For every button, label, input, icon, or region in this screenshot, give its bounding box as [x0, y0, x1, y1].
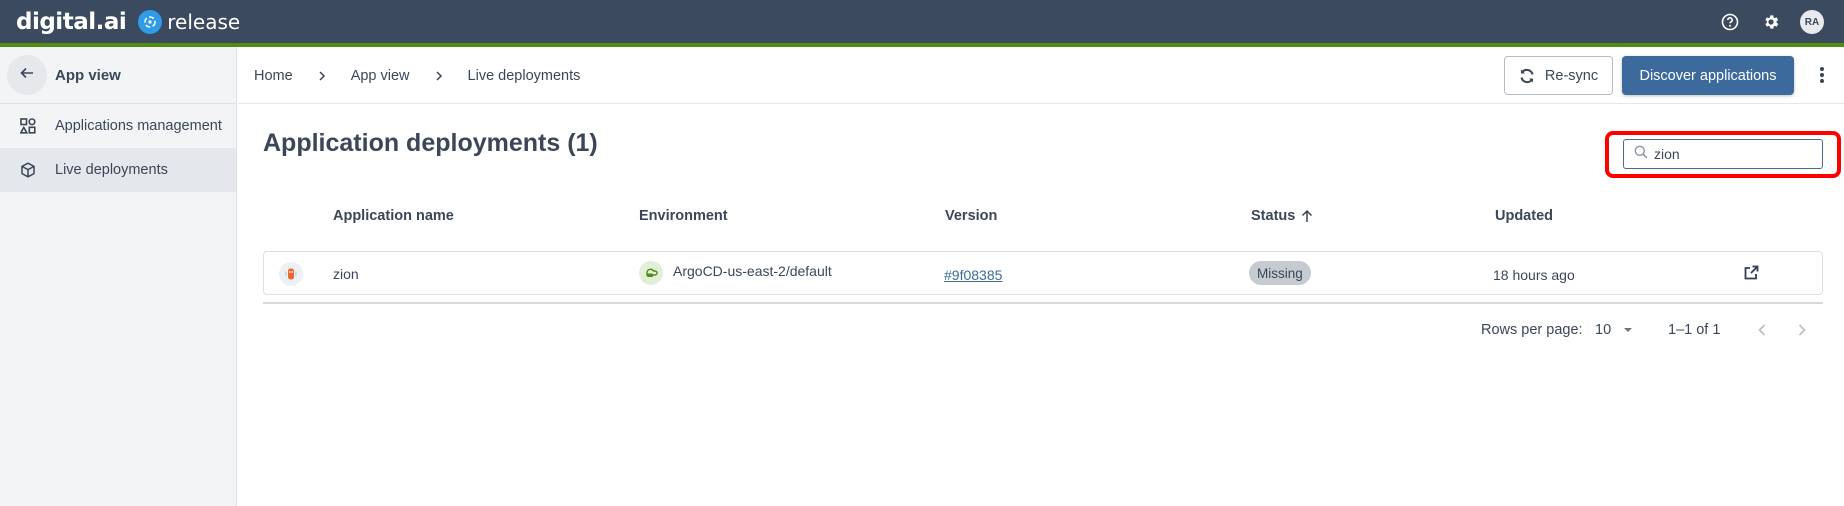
column-header-environment[interactable]: Environment: [639, 208, 728, 224]
sidebar-item-label: Live deployments: [55, 162, 168, 178]
top-bar: digital.ai release RA: [0, 0, 1844, 43]
resync-label: Re-sync: [1544, 67, 1599, 84]
breadcrumb: Home App view Live deployments: [254, 47, 580, 104]
sidebar-item-label: Applications management: [55, 118, 222, 134]
package-icon: [20, 162, 36, 178]
chevron-right-icon[interactable]: [1790, 318, 1814, 342]
sidebar-header: App view: [0, 47, 236, 104]
gear-icon[interactable]: [1759, 10, 1783, 34]
column-header-application-name[interactable]: Application name: [333, 208, 454, 224]
toolbar: Home App view Live deployments Re-sync D…: [238, 47, 1844, 104]
sidebar-item-applications-management[interactable]: Applications management: [0, 104, 236, 148]
sidebar-item-live-deployments[interactable]: Live deployments: [0, 148, 236, 192]
product-name: release: [167, 10, 241, 34]
brand-name: digital.ai: [16, 9, 127, 35]
pagination-range: 1–1 of 1: [1668, 322, 1721, 338]
back-button[interactable]: [7, 55, 47, 95]
column-header-version[interactable]: Version: [945, 208, 997, 224]
column-header-status[interactable]: Status: [1251, 208, 1313, 224]
discover-applications-button[interactable]: Discover applications: [1622, 56, 1794, 95]
rows-per-page-select[interactable]: 10: [1595, 318, 1633, 342]
status-badge: Missing: [1249, 261, 1311, 285]
avatar[interactable]: RA: [1800, 10, 1824, 34]
breadcrumb-live-deployments[interactable]: Live deployments: [468, 68, 581, 84]
chevron-right-icon: [434, 70, 444, 81]
search-input[interactable]: [1654, 146, 1814, 162]
help-circle-icon[interactable]: [1718, 10, 1742, 34]
sync-icon: [1519, 68, 1535, 84]
resync-button[interactable]: Re-sync: [1504, 56, 1613, 95]
column-header-status-label: Status: [1251, 208, 1296, 224]
search-icon: [1634, 145, 1648, 164]
chevron-right-icon: [317, 70, 327, 81]
application-name-cell: zion: [333, 266, 359, 282]
rows-per-page-label: Rows per page:: [1481, 322, 1583, 338]
version-link[interactable]: #9f08385: [944, 267, 1002, 283]
caret-down-icon: [1623, 327, 1633, 333]
sidebar-title: App view: [55, 66, 121, 84]
rows-per-page-value: 10: [1595, 322, 1612, 338]
table-row[interactable]: [263, 251, 1823, 295]
search-field[interactable]: [1623, 139, 1823, 169]
apps-grid-icon: [20, 118, 36, 134]
arrow-left-icon: [19, 65, 35, 86]
external-link-icon[interactable]: [1741, 263, 1761, 283]
argo-app-icon: [279, 262, 303, 286]
breadcrumb-home[interactable]: Home: [254, 68, 293, 84]
chevron-left-icon[interactable]: [1750, 318, 1774, 342]
table-divider: [263, 302, 1823, 304]
release-logo-icon: [138, 10, 163, 34]
environment-cell: ArgoCD-us-east-2/default: [673, 263, 832, 279]
updated-cell: 18 hours ago: [1493, 267, 1575, 283]
page-title: Application deployments (1): [263, 129, 598, 157]
logo[interactable]: digital.ai release: [16, 8, 240, 36]
breadcrumb-app-view[interactable]: App view: [351, 68, 410, 84]
column-header-updated[interactable]: Updated: [1495, 208, 1553, 224]
more-vertical-icon[interactable]: [1810, 63, 1834, 87]
arrow-up-sort-icon: [1301, 209, 1313, 223]
sidebar: App view Applications management Live de…: [0, 47, 237, 506]
argocd-cloud-icon: [639, 261, 663, 285]
